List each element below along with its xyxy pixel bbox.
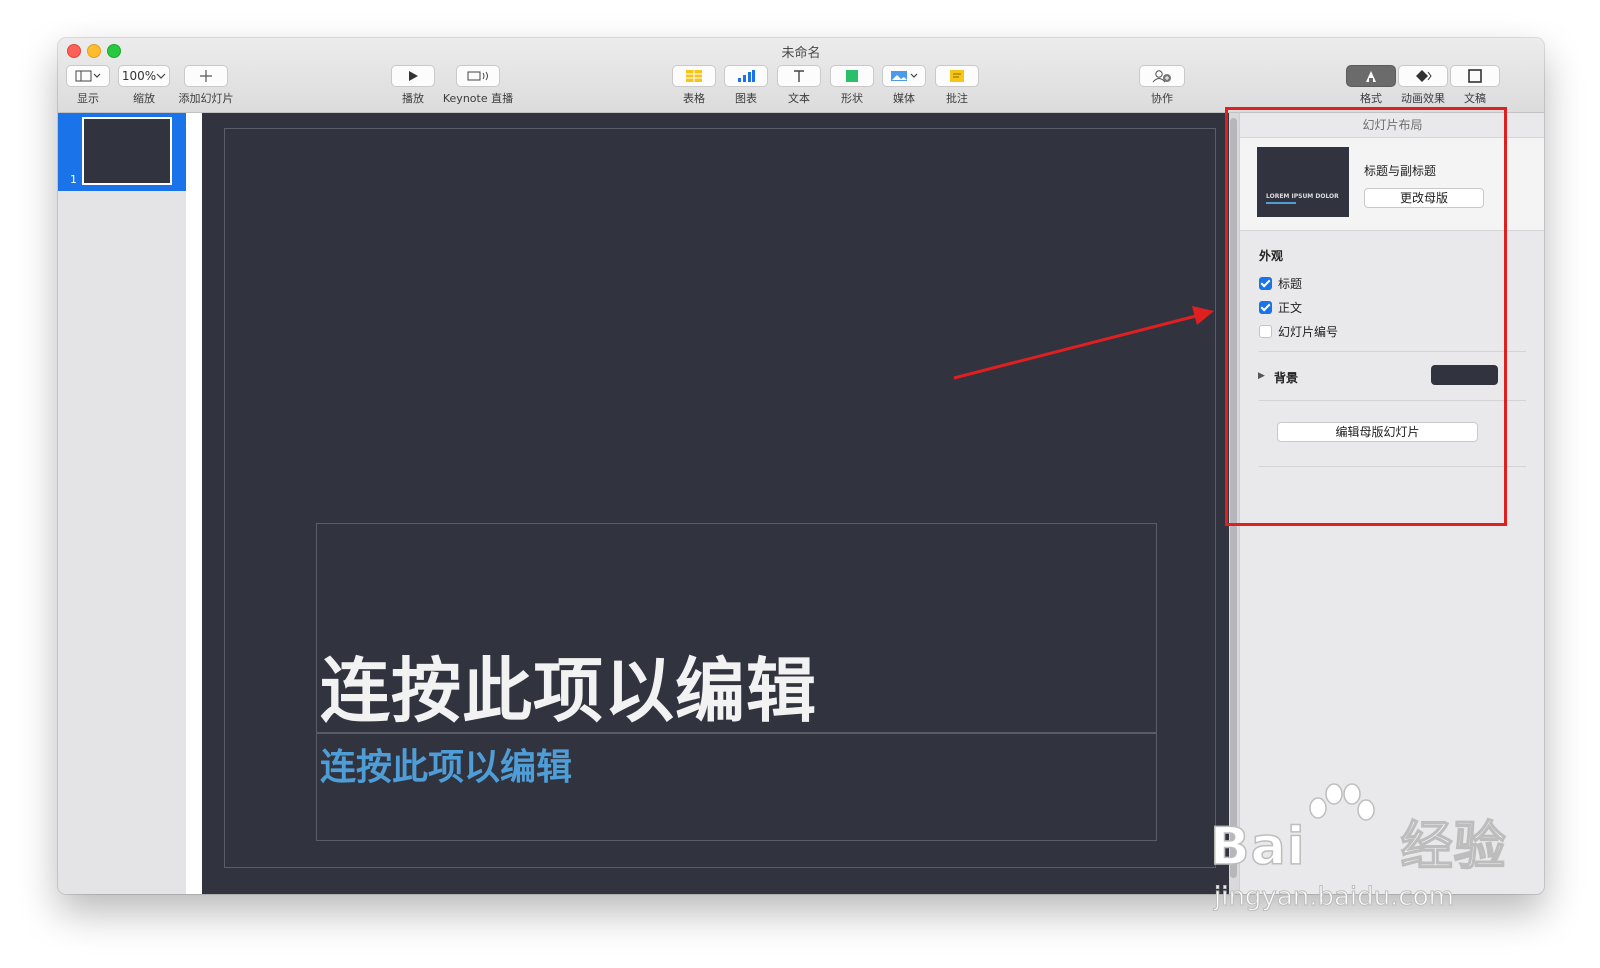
watermark-brand-cn: 经验 xyxy=(1400,816,1507,878)
watermark-brand: Bai 经验 xyxy=(1209,804,1507,879)
watermark-url: jingyan.baidu.com xyxy=(1214,882,1455,913)
watermark-brand-latin: Bai xyxy=(1209,816,1306,878)
